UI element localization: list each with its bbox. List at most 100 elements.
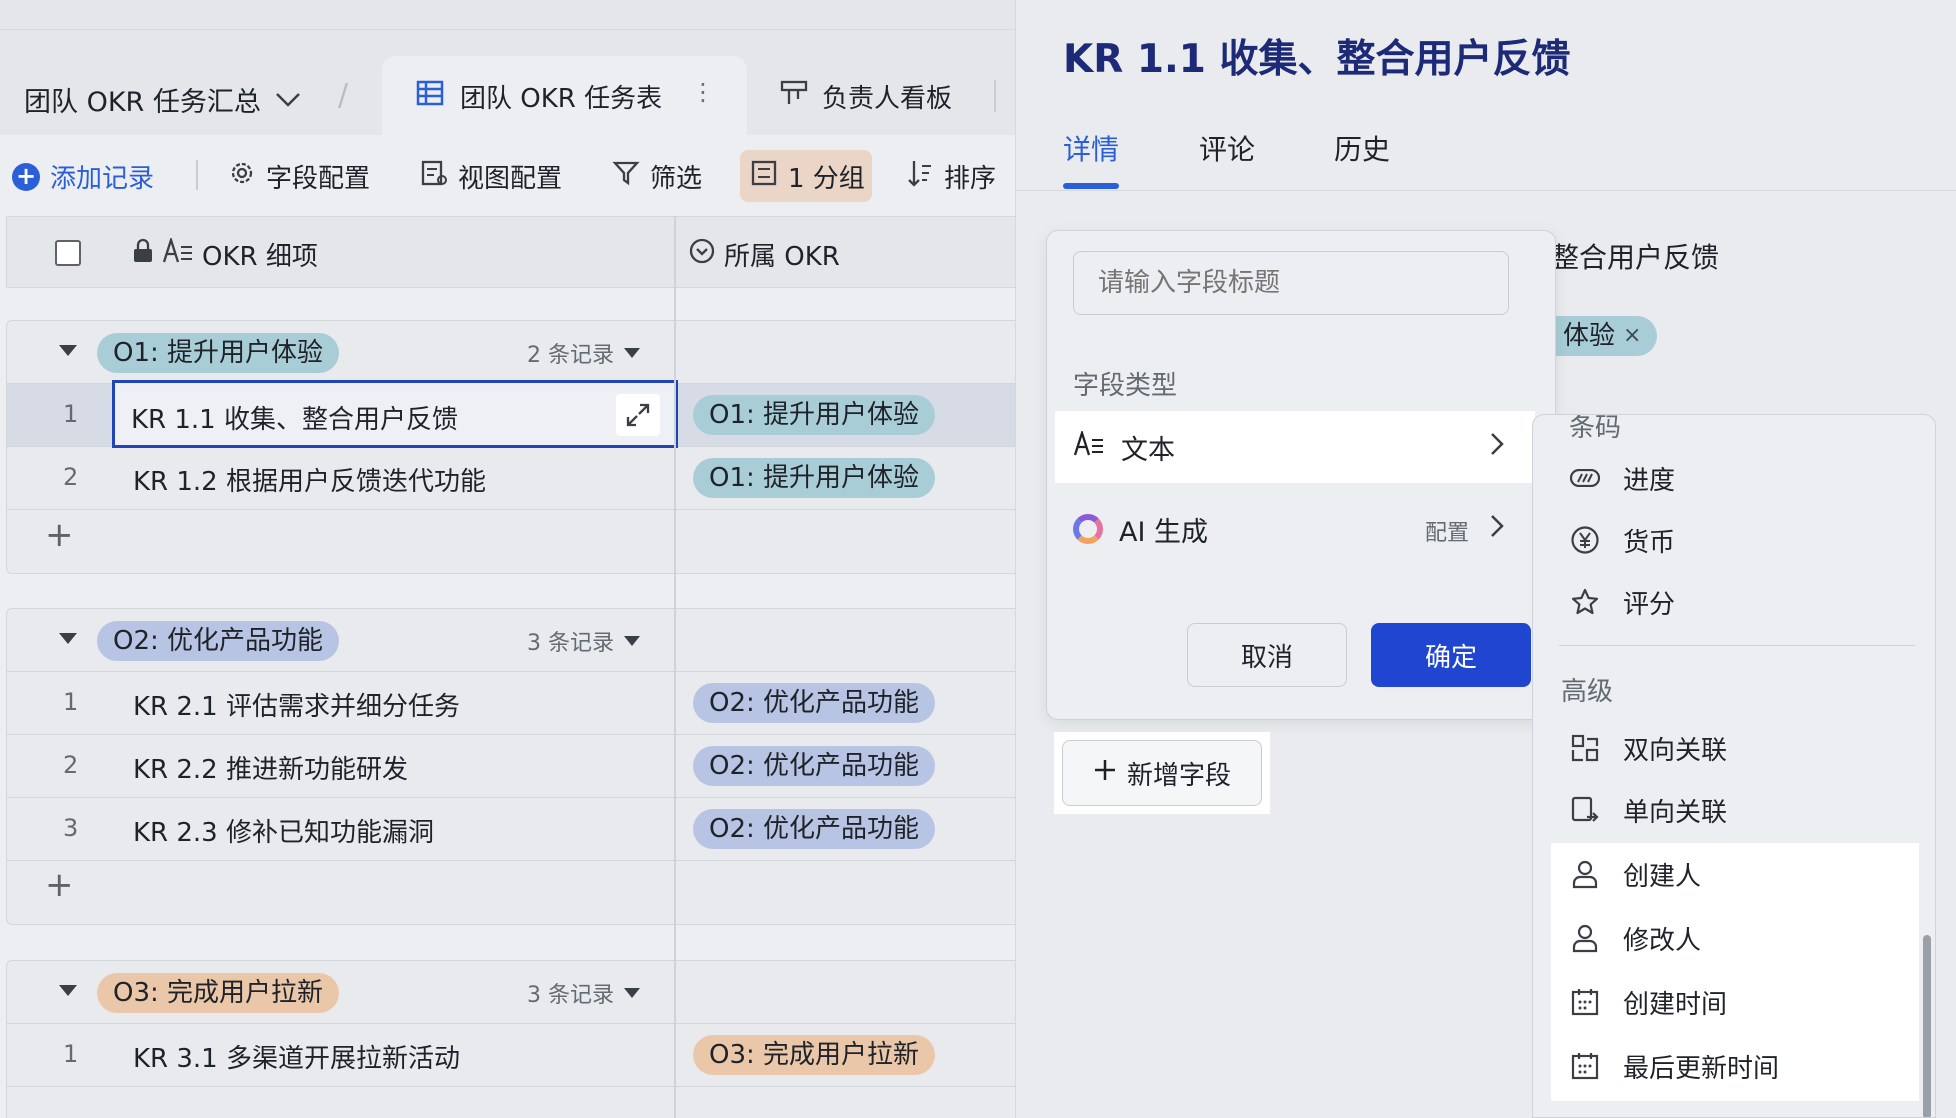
okr-tag-value[interactable]: 体验 × <box>1551 316 1658 356</box>
field-type-one-way-link[interactable]: 单向关联 <box>1533 779 1935 841</box>
field-type-currency[interactable]: 货币 <box>1533 509 1935 571</box>
base-title[interactable]: 团队 OKR 任务汇总 <box>24 80 301 119</box>
dropdown-scrollbar[interactable] <box>1923 935 1931 1117</box>
field-type-text-option[interactable]: 文本 <box>1055 411 1535 483</box>
chevron-right-icon <box>1489 513 1505 546</box>
group-o3: O3: 完成用户拉新 3 条记录 1 KR 3.1 多渠道开展拉新活动 O3: … <box>6 960 1015 1118</box>
dropdown-divider <box>1559 645 1915 646</box>
collapse-caret-icon[interactable] <box>59 985 77 996</box>
tab-owner-board[interactable]: 负责人看板 <box>780 78 952 115</box>
expand-icon[interactable] <box>616 394 660 436</box>
group-header[interactable]: O1: 提升用户体验 2 条记录 <box>7 321 1015 383</box>
dropdown-item-cut[interactable]: 条码 <box>1569 415 1621 444</box>
sort-button[interactable]: 排序 <box>906 158 996 195</box>
tab-okr-table[interactable]: 团队 OKR 任务表 ⋮ <box>382 56 747 136</box>
add-row-button[interactable]: + <box>45 515 74 555</box>
field-type-currency-label: 货币 <box>1623 527 1676 558</box>
field-title-input[interactable] <box>1073 251 1509 315</box>
field-type-created-time[interactable]: 创建时间 <box>1533 971 1935 1033</box>
single-select-icon <box>688 237 716 272</box>
tab-okr-table-label: 团队 OKR 任务表 <box>460 83 663 114</box>
two-way-link-icon <box>1569 732 1601 764</box>
field-type-rating[interactable]: 评分 <box>1533 571 1935 633</box>
row-title: KR 2.1 评估需求并细分任务 <box>133 692 460 722</box>
progress-icon <box>1569 462 1601 494</box>
table-row[interactable]: 3 KR 2.3 修补已知功能漏洞 O2: 优化产品功能 <box>7 797 1015 860</box>
row-number: 2 <box>63 751 79 779</box>
ai-config-link[interactable]: 配置 <box>1425 515 1469 547</box>
title-separator: / <box>338 78 349 113</box>
panel-title: KR 1.1 收集、整合用户反馈 <box>1063 37 1571 82</box>
okr-tag-label: 体验 <box>1563 321 1616 351</box>
view-config-icon <box>420 159 448 194</box>
table-row[interactable]: 2 KR 2.2 推进新功能研发 O2: 优化产品功能 <box>7 734 1015 797</box>
view-config-button[interactable]: 视图配置 <box>420 158 562 195</box>
field-type-one-way-link-label: 单向关联 <box>1623 797 1728 828</box>
tab-history[interactable]: 历史 <box>1334 128 1390 168</box>
tab-divider <box>994 80 996 112</box>
add-field-label: 新增字段 <box>1126 760 1231 791</box>
record-count[interactable]: 3 条记录 <box>527 625 640 657</box>
select-all-checkbox[interactable] <box>55 240 81 266</box>
cancel-button[interactable]: 取消 <box>1187 623 1347 687</box>
field-value-okr-item[interactable]: 整合用户反馈 <box>1551 236 1719 276</box>
chevron-down-icon <box>275 84 301 115</box>
okr-tag: O2: 优化产品功能 <box>693 809 936 849</box>
column-header-okr-item[interactable]: OKR 细项 <box>132 236 318 273</box>
group-header[interactable]: O3: 完成用户拉新 3 条记录 <box>7 961 1015 1023</box>
selected-cell[interactable]: KR 1.1 收集、整合用户反馈 <box>112 380 678 448</box>
ai-generate-option[interactable]: AI 生成 配置 <box>1055 493 1535 565</box>
table-row[interactable] <box>7 1086 1015 1118</box>
table-row[interactable]: 2 KR 1.2 根据用户反馈迭代功能 O1: 提升用户体验 <box>7 446 1015 509</box>
group-button[interactable]: 1 分组 <box>750 158 865 195</box>
column-header-okr-label: 所属 OKR <box>724 242 840 272</box>
filter-button[interactable]: 筛选 <box>612 158 702 195</box>
field-type-modifier[interactable]: 修改人 <box>1533 907 1935 969</box>
collapse-caret-icon[interactable] <box>59 633 77 644</box>
row-number: 3 <box>63 814 79 842</box>
record-count[interactable]: 3 条记录 <box>527 977 640 1009</box>
field-type-text-label: 文本 <box>1121 434 1175 466</box>
field-config-button[interactable]: 字段配置 <box>228 158 370 195</box>
user-icon <box>1569 858 1601 890</box>
field-type-creator-label: 创建人 <box>1623 861 1702 892</box>
collapse-caret-icon[interactable] <box>59 345 77 356</box>
one-way-link-icon <box>1569 794 1601 826</box>
add-row-area <box>7 509 1015 572</box>
top-strip <box>0 0 1015 30</box>
dropdown-caret-icon <box>624 636 640 646</box>
record-count-label: 3 条记录 <box>527 631 614 656</box>
sort-icon <box>906 158 934 195</box>
group-header[interactable]: O2: 优化产品功能 3 条记录 <box>7 609 1015 671</box>
add-field-button[interactable]: 新增字段 <box>1062 740 1262 806</box>
column-header-okr[interactable]: 所属 OKR <box>688 236 840 273</box>
more-vertical-icon[interactable]: ⋮ <box>691 78 715 106</box>
yen-icon <box>1569 524 1601 556</box>
calendar-icon <box>1569 986 1601 1018</box>
add-record-button[interactable]: + 添加记录 <box>12 158 154 195</box>
lock-icon <box>132 238 154 271</box>
field-type-last-modified-time[interactable]: 最后更新时间 <box>1533 1035 1935 1097</box>
row-number: 1 <box>63 400 79 428</box>
ai-generate-label: AI 生成 <box>1119 516 1209 548</box>
record-count[interactable]: 2 条记录 <box>527 337 640 369</box>
group-o2: O2: 优化产品功能 3 条记录 1 KR 2.1 评估需求并细分任务 O2: … <box>6 608 1015 925</box>
column-header-okr-item-label: OKR 细项 <box>202 242 318 272</box>
grid-icon <box>416 80 444 113</box>
row-number: 1 <box>63 688 79 716</box>
table-row[interactable]: 1 KR 2.1 评估需求并细分任务 O2: 优化产品功能 <box>7 671 1015 734</box>
tab-details[interactable]: 详情 <box>1063 128 1119 168</box>
user-icon <box>1569 922 1601 954</box>
close-icon[interactable]: × <box>1623 316 1641 356</box>
field-type-two-way-link[interactable]: 双向关联 <box>1533 717 1935 779</box>
filter-label: 筛选 <box>650 164 703 194</box>
add-row-button[interactable]: + <box>45 865 74 905</box>
tab-comments[interactable]: 评论 <box>1199 128 1255 168</box>
filter-icon <box>612 159 640 194</box>
row-title: KR 1.1 收集、整合用户反馈 <box>131 405 458 435</box>
field-type-progress[interactable]: 进度 <box>1533 447 1935 509</box>
plus-icon <box>1093 758 1117 789</box>
confirm-button[interactable]: 确定 <box>1371 623 1531 687</box>
field-type-creator[interactable]: 创建人 <box>1533 843 1935 905</box>
table-row[interactable]: 1 KR 3.1 多渠道开展拉新活动 O3: 完成用户拉新 <box>7 1023 1015 1086</box>
